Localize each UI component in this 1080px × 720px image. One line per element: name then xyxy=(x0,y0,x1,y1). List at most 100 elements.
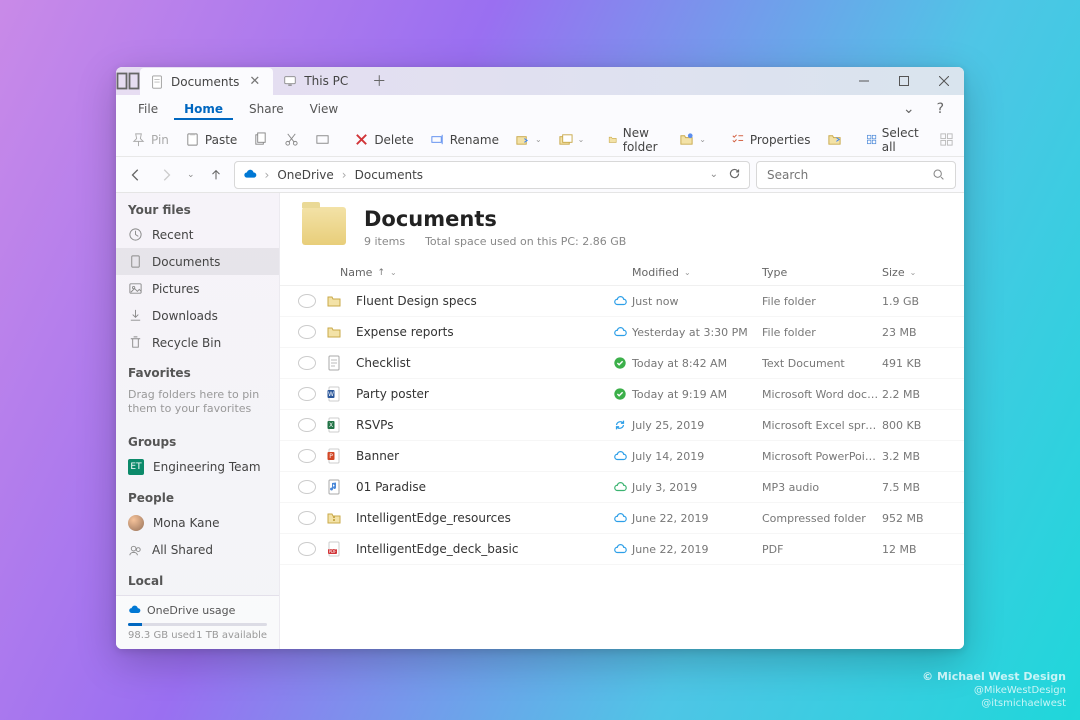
favorites-hint: Drag folders here to pin them to your fa… xyxy=(116,384,279,425)
tab-documents[interactable]: Documents ✕ xyxy=(140,68,273,95)
rename-button[interactable]: Rename xyxy=(423,128,506,151)
avatar xyxy=(128,515,144,531)
column-modified[interactable]: Modified ⌄ xyxy=(632,266,762,279)
sidebar-item-pictures[interactable]: Pictures xyxy=(116,275,279,302)
select-none-button[interactable] xyxy=(932,128,961,151)
help-icon[interactable]: ? xyxy=(929,97,952,121)
sidebar-item-person[interactable]: Mona Kane xyxy=(116,509,279,537)
svg-text:P: P xyxy=(329,453,333,460)
select-circle[interactable] xyxy=(298,325,316,339)
file-row[interactable]: Expense reportsYesterday at 3:30 PMFile … xyxy=(280,317,964,348)
file-type-icon: PDF xyxy=(326,541,344,557)
search-input[interactable] xyxy=(767,168,932,182)
maximize-button[interactable] xyxy=(884,67,924,95)
sidebar-item-group[interactable]: ETEngineering Team xyxy=(116,453,279,481)
file-row[interactable]: PBannerJuly 14, 2019Microsoft PowerPoint… xyxy=(280,441,964,472)
file-size: 2.2 MB xyxy=(882,388,942,401)
breadcrumb[interactable]: › OneDrive › Documents ⌄ xyxy=(234,161,750,189)
minimize-button[interactable] xyxy=(844,67,884,95)
svg-text:PDF: PDF xyxy=(329,549,337,554)
forward-button[interactable] xyxy=(154,161,178,189)
menu-share[interactable]: Share xyxy=(239,98,294,120)
svg-text:X: X xyxy=(329,422,333,429)
up-button[interactable] xyxy=(204,161,228,189)
copy-to-icon xyxy=(558,132,573,147)
sidebar-item-recent[interactable]: Recent xyxy=(116,221,279,248)
usage-used: 98.3 GB used xyxy=(128,630,195,641)
sync-status-icon xyxy=(608,356,632,370)
refresh-button[interactable] xyxy=(728,167,741,183)
invert-selection-button[interactable] xyxy=(963,128,964,151)
search-icon xyxy=(932,168,945,181)
select-circle[interactable] xyxy=(298,511,316,525)
tab-close-icon[interactable]: ✕ xyxy=(246,74,263,89)
sidebar: Your files Recent Documents Pictures Dow… xyxy=(116,193,280,649)
select-circle[interactable] xyxy=(298,542,316,556)
back-button[interactable] xyxy=(124,161,148,189)
select-circle[interactable] xyxy=(298,449,316,463)
copy-button[interactable] xyxy=(246,128,275,151)
new-folder-button[interactable]: New folder xyxy=(601,122,670,158)
sidebar-header-favorites: Favorites xyxy=(116,356,279,384)
delete-button[interactable]: Delete xyxy=(347,128,420,151)
file-row[interactable]: ChecklistToday at 8:42 AMText Document49… xyxy=(280,348,964,379)
file-row[interactable]: 01 ParadiseJuly 3, 2019MP3 audio7.5 MB xyxy=(280,472,964,503)
file-row[interactable]: WParty posterToday at 9:19 AMMicrosoft W… xyxy=(280,379,964,410)
open-button[interactable] xyxy=(820,128,849,151)
file-row[interactable]: IntelligentEdge_resourcesJune 22, 2019Co… xyxy=(280,503,964,534)
file-modified: June 22, 2019 xyxy=(632,512,762,525)
checklist-icon xyxy=(730,132,745,147)
onedrive-usage[interactable]: OneDrive usage xyxy=(116,596,279,621)
new-item-button[interactable]: ⌄ xyxy=(672,128,713,151)
close-window-button[interactable] xyxy=(924,67,964,95)
sidebar-item-recycle[interactable]: Recycle Bin xyxy=(116,329,279,356)
select-circle[interactable] xyxy=(298,356,316,370)
select-all-icon xyxy=(866,132,877,147)
pin-button[interactable]: Pin xyxy=(124,128,176,151)
column-name[interactable]: Name ↑ ⌄ xyxy=(340,266,632,279)
ribbon-collapse-icon[interactable]: ⌄ xyxy=(895,97,923,121)
sidebar-item-all-shared[interactable]: All Shared xyxy=(116,537,279,564)
cut-button[interactable] xyxy=(277,128,306,151)
search-box[interactable] xyxy=(756,161,956,189)
menu-view[interactable]: View xyxy=(300,98,348,120)
column-headers: Name ↑ ⌄ Modified ⌄ Type Size ⌄ xyxy=(280,258,964,286)
sync-status-icon xyxy=(608,418,632,432)
select-circle[interactable] xyxy=(298,387,316,401)
sort-asc-icon: ↑ xyxy=(377,268,385,278)
copy-path-button[interactable] xyxy=(308,128,337,151)
file-row[interactable]: PDFIntelligentEdge_deck_basicJune 22, 20… xyxy=(280,534,964,565)
sidebar-footer: OneDrive usage 98.3 GB used1 TB availabl… xyxy=(116,595,279,649)
breadcrumb-segment[interactable]: OneDrive xyxy=(277,168,333,182)
history-dropdown-icon[interactable]: ⌄ xyxy=(184,170,198,180)
file-type: PDF xyxy=(762,543,882,556)
column-size[interactable]: Size ⌄ xyxy=(882,266,942,279)
new-tab-button[interactable]: ＋ xyxy=(358,67,400,95)
chevron-right-icon: › xyxy=(342,168,347,182)
select-circle[interactable] xyxy=(298,480,316,494)
select-circle[interactable] xyxy=(298,294,316,308)
menu-file[interactable]: File xyxy=(128,98,168,120)
multitask-icon[interactable] xyxy=(116,67,140,95)
sidebar-header-groups: Groups xyxy=(116,425,279,453)
document-icon xyxy=(128,254,143,269)
move-to-button[interactable]: ⌄ xyxy=(508,128,549,151)
sidebar-item-documents[interactable]: Documents xyxy=(116,248,279,275)
sidebar-item-downloads[interactable]: Downloads xyxy=(116,302,279,329)
copy-to-button[interactable]: ⌄ xyxy=(551,128,592,151)
sidebar-item-thispc[interactable]: This PC xyxy=(116,592,279,595)
breadcrumb-segment[interactable]: Documents xyxy=(355,168,423,182)
file-row[interactable]: XRSVPsJuly 25, 2019Microsoft Excel sprea… xyxy=(280,410,964,441)
column-type[interactable]: Type xyxy=(762,266,882,279)
file-row[interactable]: Fluent Design specsJust nowFile folder1.… xyxy=(280,286,964,317)
menu-home[interactable]: Home xyxy=(174,98,233,120)
file-type: Microsoft PowerPoint p.. xyxy=(762,450,882,463)
properties-button[interactable]: Properties xyxy=(723,128,818,151)
file-type: Microsoft Word docum.. xyxy=(762,388,882,401)
paste-button[interactable]: Paste xyxy=(178,128,244,151)
tab-thispc[interactable]: This PC xyxy=(273,67,358,95)
file-type: Text Document xyxy=(762,357,882,370)
select-circle[interactable] xyxy=(298,418,316,432)
address-dropdown-icon[interactable]: ⌄ xyxy=(710,169,718,180)
select-all-button[interactable]: Select all xyxy=(859,122,930,158)
